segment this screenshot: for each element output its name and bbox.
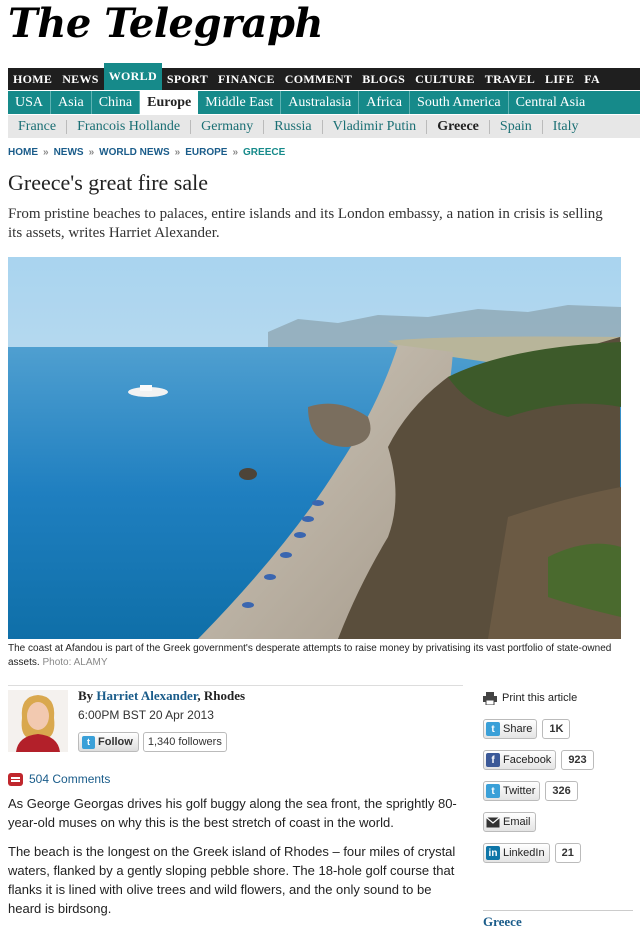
region-nav: USA Asia China Europe Middle East Austra… xyxy=(8,91,640,114)
share-row-facebook: f Facebook 923 xyxy=(483,750,633,770)
facebook-icon: f xyxy=(486,753,500,767)
nav-culture[interactable]: CULTURE xyxy=(410,68,480,90)
share-row-twitter: t Twitter 326 xyxy=(483,781,633,801)
topic-spain[interactable]: Spain xyxy=(490,119,543,134)
region-australasia[interactable]: Australasia xyxy=(281,91,360,114)
share-button[interactable]: t Share xyxy=(483,719,538,739)
share-row-share: t Share 1K xyxy=(483,719,633,739)
topic-russia[interactable]: Russia xyxy=(264,119,323,134)
topic-italy[interactable]: Italy xyxy=(543,119,589,134)
follower-count[interactable]: 1,340 followers xyxy=(142,732,227,752)
article-standfirst: From pristine beaches to palaces, entire… xyxy=(8,206,603,241)
telegraph-logo[interactable]: The Telegraph xyxy=(8,2,324,46)
breadcrumb-separator: » xyxy=(174,147,181,158)
twitter-icon: t xyxy=(486,784,500,798)
topic-germany[interactable]: Germany xyxy=(191,119,265,134)
region-asia[interactable]: Asia xyxy=(51,91,92,114)
photo-credit: Photo: ALAMY xyxy=(42,657,108,668)
topic-nav: France Francois Hollande Germany Russia … xyxy=(8,115,640,138)
breadcrumb: HOME » NEWS » WORLD NEWS » EUROPE » GREE… xyxy=(8,147,285,158)
print-label: Print this article xyxy=(502,692,578,704)
nav-news[interactable]: NEWS xyxy=(57,68,104,90)
author-block: By Harriet Alexander, Rhodes 6:00PM BST … xyxy=(8,685,463,752)
breadcrumb-separator: » xyxy=(88,147,95,158)
author-name-link[interactable]: Harriet Alexander xyxy=(96,688,197,703)
nav-world[interactable]: WORLD xyxy=(103,63,162,90)
region-usa[interactable]: USA xyxy=(8,91,52,114)
article-title: Greece's great fire sale xyxy=(8,170,208,195)
topic-france[interactable]: France xyxy=(8,119,68,134)
twitter-count: 326 xyxy=(545,781,578,801)
region-europe[interactable]: Europe xyxy=(140,91,199,114)
breadcrumb-greece[interactable]: GREECE xyxy=(243,147,285,158)
comments-link[interactable]: 504 Comments xyxy=(8,772,110,786)
region-middle-east[interactable]: Middle East xyxy=(198,91,282,114)
breadcrumb-world-news[interactable]: WORLD NEWS xyxy=(99,147,170,158)
linkedin-label: LinkedIn xyxy=(503,847,545,859)
byline-prefix: By xyxy=(78,688,94,703)
byline: By Harriet Alexander, Rhodes xyxy=(78,688,245,704)
topic-vladimir-putin[interactable]: Vladimir Putin xyxy=(323,119,428,134)
nav-comment[interactable]: COMMENT xyxy=(280,68,357,90)
comment-icon xyxy=(8,772,23,786)
share-row-linkedin: in LinkedIn 21 xyxy=(483,843,633,863)
twitter-share-icon: t xyxy=(486,722,500,736)
share-count: 1K xyxy=(542,719,571,739)
facebook-label: Facebook xyxy=(503,754,552,766)
image-caption: The coast at Afandou is part of the Gree… xyxy=(8,642,618,670)
author-location: , Rhodes xyxy=(197,688,246,703)
twitter-label: Twitter xyxy=(503,785,536,797)
author-avatar[interactable] xyxy=(8,690,68,752)
masthead: The Telegraph xyxy=(8,2,324,62)
comments-count[interactable]: 504 Comments xyxy=(29,772,110,786)
region-south-america[interactable]: South America xyxy=(410,91,509,114)
linkedin-icon: in xyxy=(486,846,500,860)
email-icon xyxy=(486,816,500,827)
facebook-share-button[interactable]: f Facebook xyxy=(483,750,557,770)
sidebar-section-greece[interactable]: Greece xyxy=(483,914,522,930)
region-china[interactable]: China xyxy=(92,91,141,114)
primary-nav: HOME NEWS WORLD SPORT FINANCE COMMENT BL… xyxy=(8,63,640,90)
nav-travel[interactable]: TRAVEL xyxy=(480,68,540,90)
nav-finance[interactable]: FINANCE xyxy=(213,68,280,90)
nav-blogs[interactable]: BLOGS xyxy=(357,68,410,90)
linkedin-count: 21 xyxy=(554,843,581,863)
nav-sport[interactable]: SPORT xyxy=(162,68,213,90)
breadcrumb-separator: » xyxy=(43,147,49,158)
twitter-share-button[interactable]: t Twitter xyxy=(483,781,541,801)
article-paragraph: As George Georgas drives his golf buggy … xyxy=(8,796,457,830)
printer-icon xyxy=(483,691,497,705)
breadcrumb-separator: » xyxy=(232,147,239,158)
print-article-link[interactable]: Print this article xyxy=(483,688,633,708)
email-share-button[interactable]: Email xyxy=(483,812,536,832)
twitter-follow-button[interactable]: t Follow xyxy=(78,732,139,752)
share-sidebar: Print this article t Share 1K f Facebook… xyxy=(483,688,633,929)
facebook-count: 923 xyxy=(561,750,594,770)
hero-image xyxy=(8,257,621,639)
topic-francois-hollande[interactable]: Francois Hollande xyxy=(67,119,192,134)
breadcrumb-europe[interactable]: EUROPE xyxy=(185,147,227,158)
region-africa[interactable]: Africa xyxy=(359,91,411,114)
breadcrumb-news[interactable]: NEWS xyxy=(54,147,84,158)
beach-coast-photo xyxy=(8,257,621,639)
email-label: Email xyxy=(503,816,531,828)
sidebar-divider xyxy=(483,910,633,911)
nav-fashion[interactable]: FA xyxy=(579,68,605,90)
nav-home[interactable]: HOME xyxy=(8,68,57,90)
breadcrumb-home[interactable]: HOME xyxy=(8,147,38,158)
region-central-asia[interactable]: Central Asia xyxy=(509,91,593,114)
twitter-bird-icon: t xyxy=(82,735,95,749)
linkedin-share-button[interactable]: in LinkedIn xyxy=(483,843,550,863)
share-label: Share xyxy=(503,723,533,735)
follow-label: Follow xyxy=(98,736,133,748)
nav-life[interactable]: LIFE xyxy=(540,68,579,90)
topic-greece[interactable]: Greece xyxy=(427,119,490,134)
article-body: As George Georgas drives his golf buggy … xyxy=(8,794,468,928)
share-row-email: Email xyxy=(483,812,633,832)
twitter-follow: t Follow 1,340 followers xyxy=(78,732,227,752)
article-dateline: 6:00PM BST 20 Apr 2013 xyxy=(78,708,214,722)
article-paragraph: The beach is the longest on the Greek is… xyxy=(8,844,456,916)
